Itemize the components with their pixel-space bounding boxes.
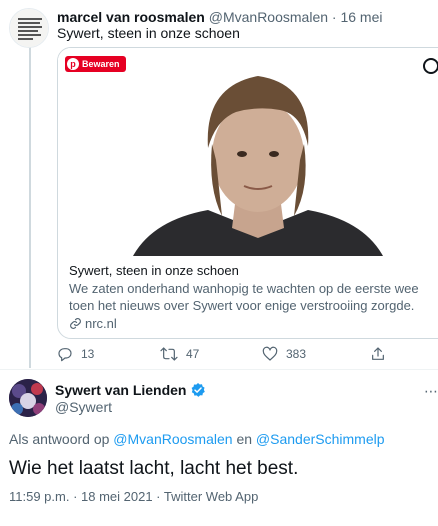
main-author-name: Sywert van Lienden: [55, 382, 187, 398]
tweet-timestamp[interactable]: 11:59 p.m. · 18 mei 2021 · Twitter Web A…: [9, 489, 258, 505]
like-count: 383: [286, 347, 307, 361]
share-icon: [372, 347, 384, 360]
pinterest-save-button[interactable]: p Bewaren: [65, 56, 126, 72]
pinterest-icon: p: [67, 58, 79, 70]
reply-icon: [58, 348, 72, 362]
share-button[interactable]: [370, 345, 386, 363]
parent-tweet-text: Sywert, steen in onze schoen: [57, 25, 240, 41]
lens-icon[interactable]: [423, 58, 438, 74]
retweet-count: 47: [186, 347, 200, 361]
parent-author-handle[interactable]: @MvanRoosmalen: [209, 9, 328, 25]
reply-button[interactable]: 13: [57, 345, 94, 363]
avatar-image: [10, 9, 48, 47]
retweet-button[interactable]: 47: [160, 345, 199, 363]
verified-badge-icon: [192, 383, 206, 397]
replying-to: Als antwoord op @MvanRoosmalen en @Sande…: [9, 430, 385, 448]
card-domain-link[interactable]: nrc.nl: [69, 315, 437, 332]
avatar-image: [9, 379, 47, 417]
link-card[interactable]: p Bewaren Sywert, steen in onze schoen W…: [57, 47, 438, 339]
main-author-handle[interactable]: @Sywert: [55, 398, 112, 416]
card-description: We zaten onderhand wanhopig te wachten o…: [69, 281, 419, 313]
pin-button-label: Bewaren: [82, 59, 120, 69]
reply-user-link-2[interactable]: @SanderSchimmelp: [256, 431, 385, 447]
main-tweet-text: Wie het laatst lacht, lacht het best.: [9, 458, 299, 479]
header-separator: ·: [331, 9, 337, 25]
reply-prefix: Als antwoord op: [9, 431, 110, 447]
reply-user-link-1[interactable]: @MvanRoosmalen: [113, 431, 232, 447]
like-button[interactable]: 383: [262, 345, 306, 363]
tweet-actions: 13 47 383: [57, 345, 397, 363]
card-title: Sywert, steen in onze schoen: [69, 263, 239, 278]
thread-connector-line: [29, 46, 31, 368]
parent-tweet-date[interactable]: 16 mei: [340, 9, 382, 25]
reply-conjunction: en: [236, 431, 253, 447]
avatar[interactable]: [9, 379, 47, 417]
retweet-icon: [160, 347, 178, 361]
card-domain: nrc.nl: [85, 316, 117, 331]
main-author-name-row[interactable]: Sywert van Lienden: [55, 381, 206, 399]
avatar[interactable]: [9, 8, 49, 48]
card-portrait-image: [58, 48, 438, 256]
reply-count: 13: [81, 347, 95, 361]
link-icon: [70, 318, 81, 329]
heart-icon: [262, 346, 278, 361]
tweet-divider: [0, 369, 438, 370]
more-options-icon[interactable]: ⋯: [424, 383, 438, 400]
parent-author-name[interactable]: marcel van roosmalen: [57, 9, 205, 25]
card-body: Sywert, steen in onze schoen We zaten on…: [69, 262, 437, 332]
card-image: p Bewaren: [58, 48, 438, 256]
